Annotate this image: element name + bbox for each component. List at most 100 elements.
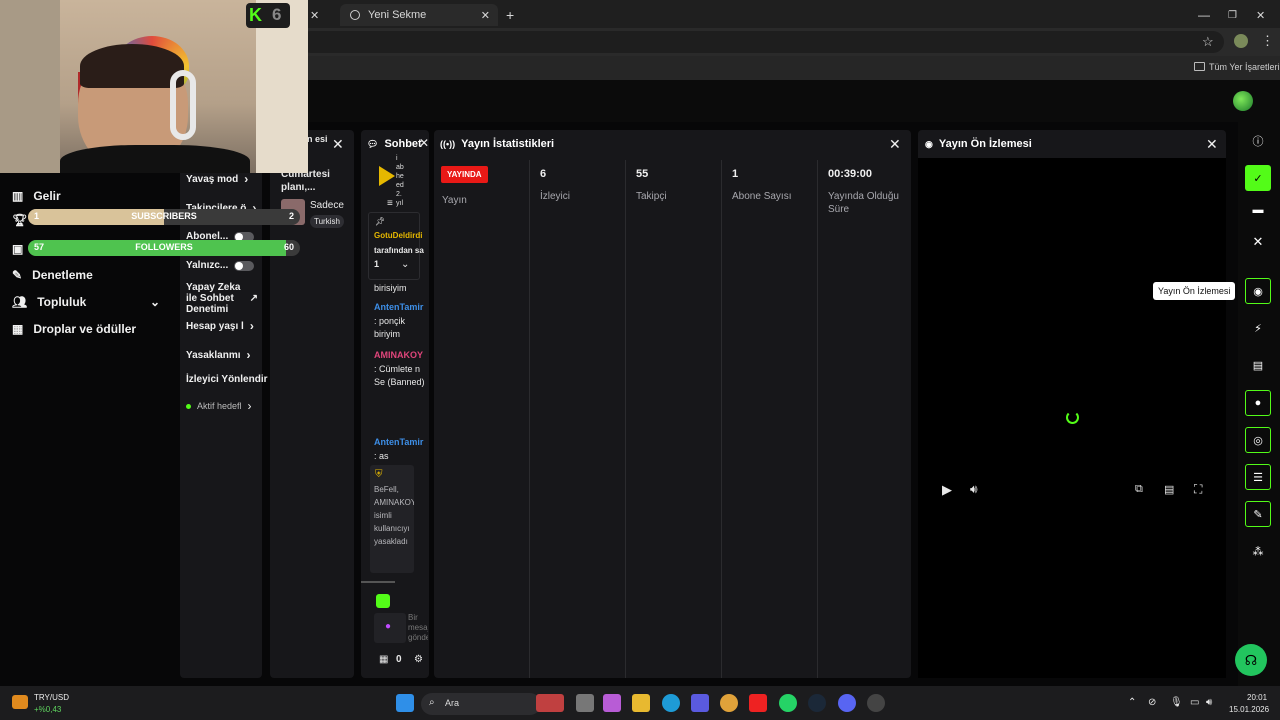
close-icon[interactable]: ✕ <box>419 136 429 150</box>
notes-icon[interactable]: ▤ <box>1245 352 1271 378</box>
info-icon[interactable]: ⓘ <box>1245 128 1271 154</box>
restore-icon[interactable]: ❐ <box>1228 4 1237 26</box>
search-highlight-icon[interactable] <box>536 694 564 712</box>
account-age-row[interactable]: Hesap yaşı l › <box>186 319 254 333</box>
star-icon[interactable]: ☆ <box>1202 34 1214 50</box>
steam-icon[interactable] <box>808 694 826 712</box>
discord-icon[interactable] <box>838 694 856 712</box>
clock-date[interactable]: 15.01.2026 <box>1229 705 1269 714</box>
emotes-only-toggle[interactable] <box>234 260 255 271</box>
all-bookmarks-link[interactable]: Tüm Yer İşaretleri <box>1209 62 1280 72</box>
close-icon[interactable]: ✕ <box>332 136 344 153</box>
pip-icon[interactable]: ⧉ <box>1135 483 1143 496</box>
chat-input[interactable]: Bir mesaj gönder <box>408 613 428 645</box>
kick-badge: K 6 <box>246 3 290 28</box>
extension-icon[interactable] <box>1234 34 1248 48</box>
obs-icon[interactable] <box>867 694 885 712</box>
sidebar-item-moderation[interactable]: ✎ Denetleme <box>12 264 93 286</box>
fullscreen-icon[interactable]: ⛶ <box>1194 482 1202 497</box>
close-icon[interactable]: ✕ <box>481 9 490 22</box>
avatar[interactable] <box>1233 91 1253 111</box>
chat-scrollbar[interactable] <box>361 581 395 583</box>
gear-icon[interactable]: ⚙ <box>414 654 423 665</box>
clock-time[interactable]: 20:01 <box>1247 693 1267 702</box>
sidebar-item-community[interactable]: 👥︎ Topluluk ⌄ <box>12 291 160 313</box>
volume-icon[interactable]: 🔊︎ <box>970 482 978 497</box>
sidebar-item-drops[interactable]: ▦ Droplar ve ödüller <box>12 318 136 340</box>
new-tab-button[interactable]: + <box>506 4 514 26</box>
goal-label: SUBSCRIBERS <box>131 211 197 221</box>
chevron-right-icon: › <box>247 399 252 413</box>
chat-toggle-button[interactable]: ● <box>1245 390 1271 416</box>
theater-icon[interactable]: ▤ <box>1164 483 1174 496</box>
emotes-only-row[interactable]: Yalnızc... <box>186 260 255 271</box>
tab-close-prev[interactable]: ✕ <box>310 4 319 26</box>
points-count: 0 <box>396 654 402 665</box>
youtube-icon[interactable] <box>749 694 767 712</box>
chat-username[interactable]: AMINAKOY <box>374 349 426 362</box>
option-label: Hesap yaşı l <box>186 320 244 332</box>
mic-icon[interactable]: 🎙︎ <box>1170 697 1183 708</box>
sidebar-item-media[interactable]: ▣ <box>12 238 23 260</box>
menu-dots-icon[interactable]: ⋮ <box>1261 33 1274 49</box>
layout-icon[interactable]: ▬ <box>1245 197 1271 223</box>
file-explorer-icon[interactable] <box>632 694 650 712</box>
preview-toggle-button[interactable]: ◉ <box>1245 278 1271 304</box>
emote-icon[interactable] <box>376 594 390 608</box>
close-icon[interactable]: ✕ <box>1245 229 1271 255</box>
tab-new[interactable]: Yeni Sekme ✕ <box>340 4 498 26</box>
taskbar-search[interactable]: ⌕ Ara <box>421 693 541 715</box>
close-icon[interactable]: ✕ <box>1206 136 1218 153</box>
chevron-up-icon[interactable]: ⌃ <box>1128 697 1136 708</box>
filter-icon[interactable]: ≡ <box>387 198 393 209</box>
schedule-item-sub: Sadece <box>310 200 344 211</box>
sidebar-item-revenue[interactable]: ▥ Gelir <box>12 185 61 207</box>
display-icon[interactable]: ▭ <box>1190 697 1199 708</box>
check-button[interactable]: ✓ <box>1245 165 1271 191</box>
sidebar-item-trophy[interactable]: 🏆︎ <box>12 209 27 231</box>
close-window-icon[interactable]: ✕ <box>1256 4 1265 26</box>
chat-message-banned: : Cümlete n Se (Banned) <box>374 364 425 387</box>
network-icon[interactable]: ⊘ <box>1148 697 1156 708</box>
add-widget-icon[interactable]: ⁂ <box>1245 538 1271 564</box>
stats-toggle-button[interactable]: ◎ <box>1245 427 1271 453</box>
stat-followers: 55 Takipçi <box>626 160 722 678</box>
ai-moderation-row[interactable]: Yapay Zeka ile Sohbet Denetimi ↗ <box>186 282 258 315</box>
windows-start-icon[interactable] <box>396 694 414 712</box>
slow-mode-row[interactable]: Yavaş mod › <box>186 172 248 186</box>
close-icon[interactable]: ✕ <box>310 9 319 22</box>
banned-words-row[interactable]: Yasaklanmı › <box>186 348 250 362</box>
mic-icon: ● <box>385 621 392 632</box>
mic-button[interactable]: ● <box>374 613 406 643</box>
whatsapp-icon[interactable] <box>779 694 797 712</box>
chat-username[interactable]: AntenTamir <box>374 436 426 449</box>
pinned-message[interactable]: 📌︎ GotuDeldirdi tarafından sa 1 ⌄ <box>368 212 424 280</box>
stat-label: Yayında Olduğu Süre <box>828 191 899 215</box>
chrome-icon[interactable] <box>720 694 738 712</box>
ticker-change: +%0,43 <box>34 705 62 714</box>
address-input[interactable] <box>300 31 1224 53</box>
active-goals-row[interactable]: Aktif hedefl › <box>186 399 252 413</box>
chat-username[interactable]: AntenTamir <box>374 301 426 314</box>
volume-icon[interactable]: 🔊︎ <box>1206 697 1212 708</box>
goal-label: FOLLOWERS <box>135 242 193 252</box>
mod-notice: ⛨ BeFell, AMINAKOYU isimli kullanıcıyı y… <box>370 465 414 573</box>
store-icon[interactable] <box>691 694 709 712</box>
edge-icon[interactable] <box>662 694 680 712</box>
tools-toggle-button[interactable]: ✎ <box>1245 501 1271 527</box>
minimize-icon[interactable]: — <box>1198 4 1210 26</box>
support-button[interactable]: ☊ <box>1235 644 1267 676</box>
chevron-down-icon: ⌄ <box>149 295 160 309</box>
ticker-name: TRY/USD <box>34 693 69 702</box>
weather-icon[interactable] <box>12 695 28 709</box>
viewer-redirect-row[interactable]: İzleyici Yönlendir <box>186 374 268 385</box>
external-link-icon: ↗ <box>249 293 258 304</box>
task-view-icon[interactable] <box>576 694 594 712</box>
chevron-down-icon[interactable]: ⌄ <box>401 259 409 270</box>
store-icon[interactable]: ▦ <box>379 654 388 665</box>
mod-toggle-button[interactable]: ☰ <box>1245 464 1271 490</box>
copilot-icon[interactable] <box>603 694 621 712</box>
lightning-icon[interactable]: ⚡︎ <box>1245 315 1271 341</box>
close-icon[interactable]: ✕ <box>889 136 901 153</box>
play-icon[interactable]: ▶ <box>942 482 952 498</box>
